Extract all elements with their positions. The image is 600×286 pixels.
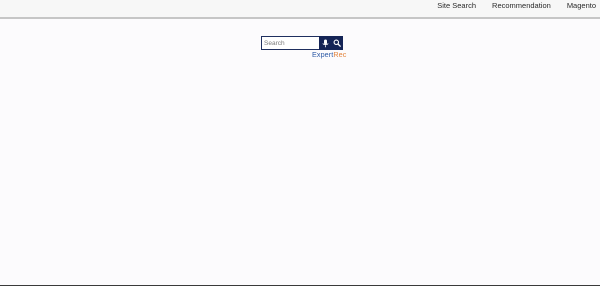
top-nav: Site Search Recommendation Magento	[429, 2, 596, 10]
voice-search-button[interactable]	[319, 36, 331, 50]
brand-expert-text: Expert	[312, 50, 334, 59]
brand-rec-text: Rec	[333, 50, 347, 59]
search-input[interactable]	[261, 36, 319, 50]
microphone-icon	[322, 39, 329, 48]
top-navigation-bar: Site Search Recommendation Magento	[0, 0, 600, 19]
nav-recommendation-link[interactable]: Recommendation	[484, 2, 559, 10]
search-icon	[333, 39, 341, 47]
nav-site-search-link[interactable]: Site Search	[429, 2, 484, 10]
expertrec-brand[interactable]: ExpertRec	[312, 51, 346, 59]
search-button[interactable]	[331, 36, 343, 50]
nav-magento-link[interactable]: Magento	[559, 2, 596, 10]
search-bar	[261, 36, 345, 50]
